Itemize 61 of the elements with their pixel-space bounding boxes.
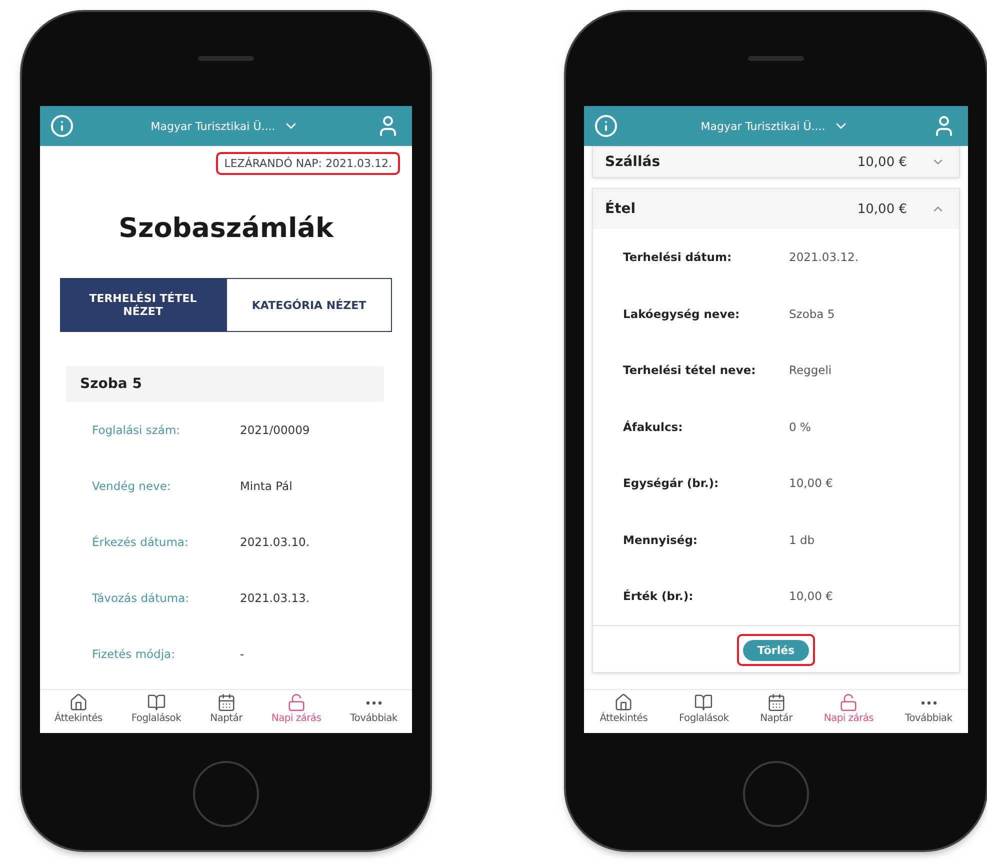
nav-item[interactable]: Napi zárás — [824, 693, 874, 724]
field-value: Reggeli — [789, 363, 833, 378]
nav-item[interactable]: Áttekintés — [600, 693, 648, 724]
nav-item[interactable]: Továbbiak — [904, 693, 952, 724]
field-value: 10,00 € — [789, 589, 834, 604]
speaker-slot — [748, 56, 804, 61]
field-label: Egységár (br.): — [623, 476, 720, 490]
book-icon — [146, 693, 166, 712]
field-value: Minta Pál — [240, 479, 294, 493]
field-value: 2021/00009 — [240, 423, 311, 437]
field-value: 2021.03.12. — [789, 250, 860, 264]
field-label: Vendég neve: — [92, 479, 172, 493]
field-label: Foglalási szám: — [92, 423, 182, 437]
field-value: 2021.03.10. — [240, 535, 310, 549]
category-amount: 10,00 € — [857, 154, 907, 170]
nav-item[interactable]: Foglalások — [678, 693, 729, 724]
field-value: Szoba 5 — [789, 306, 836, 321]
field-label: Terhelési dátum: — [623, 250, 733, 264]
home-icon — [68, 693, 88, 712]
calendar-icon — [216, 693, 236, 712]
field-label: Terhelési tétel neve: — [623, 363, 757, 378]
calendar-icon — [766, 693, 786, 712]
field-label: Érkezés dátuma: — [92, 535, 190, 549]
view-tab[interactable]: TERHELÉSI TÉTEL NÉZET — [60, 278, 226, 332]
field-label: Mennyiség: — [623, 532, 699, 547]
field-value: 10,00 € — [789, 476, 834, 490]
home-icon — [614, 693, 634, 712]
page-title: Szobaszámlák — [118, 213, 335, 244]
field-value: 2021.03.13. — [240, 591, 310, 605]
more-icon — [920, 701, 937, 705]
category-name: Szállás — [605, 154, 662, 170]
category-header[interactable]: Étel 10,00 € — [593, 189, 959, 229]
nav-item[interactable]: Naptár — [760, 693, 792, 724]
padlock-icon — [286, 693, 306, 712]
field-value: 1 db — [789, 532, 816, 547]
info-icon[interactable] — [50, 114, 74, 138]
field-label: Fizetés módja: — [92, 647, 176, 661]
nav-item[interactable]: Naptár — [210, 693, 242, 724]
info-icon[interactable] — [594, 114, 618, 138]
view-tab[interactable]: KATEGÓRIA NÉZET — [226, 278, 392, 332]
category-header[interactable]: Szállás 10,00 € — [593, 147, 959, 177]
home-button[interactable] — [743, 761, 809, 827]
more-icon — [366, 701, 382, 705]
field-label: Érték (br.): — [623, 589, 694, 604]
category-amount: 10,00 € — [857, 202, 907, 216]
nav-item[interactable]: Napi zárás — [271, 693, 322, 724]
closing-day-label: LEZÁRANDÓ NAP: 2021.03.12. — [216, 152, 400, 175]
nav-item[interactable]: Foglalások — [131, 693, 182, 724]
book-icon — [694, 693, 714, 712]
speaker-slot — [198, 56, 254, 61]
field-label: Áfakulcs: — [623, 420, 684, 434]
field-label: Lakóegység neve: — [623, 306, 741, 321]
field-value: 0 % — [789, 420, 812, 434]
room-name: Szoba 5 — [66, 366, 384, 402]
home-button[interactable] — [193, 761, 259, 827]
nav-item[interactable]: Továbbiak — [350, 693, 398, 724]
field-value: - — [240, 647, 246, 661]
padlock-icon — [839, 693, 858, 712]
nav-item[interactable]: Áttekintés — [54, 693, 102, 724]
field-label: Távozás dátuma: — [92, 591, 190, 605]
category-name: Étel — [605, 201, 637, 217]
